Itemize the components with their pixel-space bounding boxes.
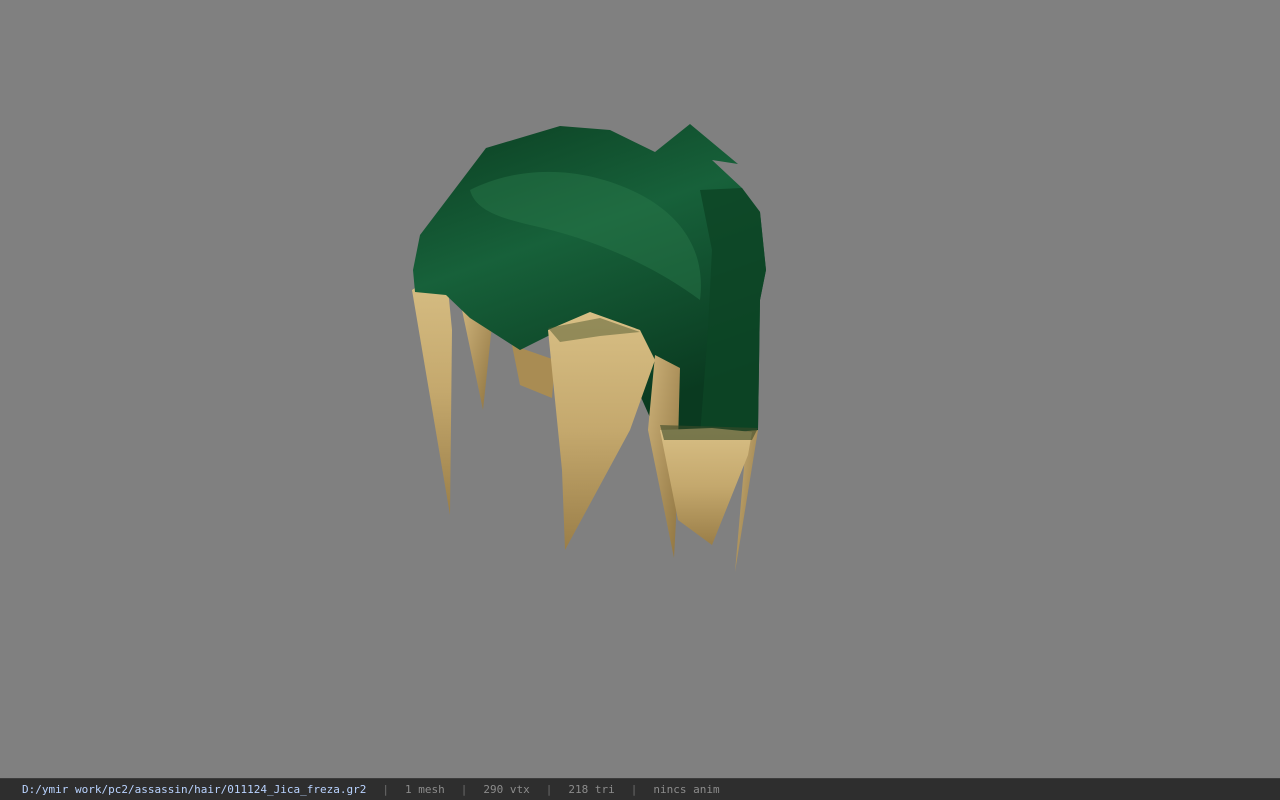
hair-strand: [512, 345, 555, 398]
status-bar: D:/ymir work/pc2/assassin/hair/011124_Ji…: [0, 778, 1280, 800]
mesh-count: 1 mesh: [405, 783, 445, 796]
hair-model: [412, 124, 766, 572]
hair-strand: [548, 312, 655, 550]
file-path: D:/ymir work/pc2/assassin/hair/011124_Ji…: [22, 783, 367, 796]
separator: |: [460, 783, 468, 796]
separator: |: [382, 783, 389, 796]
anim-status: nincs anim: [653, 783, 720, 796]
separator: |: [630, 783, 638, 796]
vertex-count: 290 vtx: [483, 783, 530, 796]
hair-strand: [412, 268, 452, 515]
triangle-count: 218 tri: [568, 783, 615, 796]
separator: |: [545, 783, 553, 796]
3d-viewport[interactable]: [0, 0, 1280, 778]
hair-side: [700, 188, 766, 435]
